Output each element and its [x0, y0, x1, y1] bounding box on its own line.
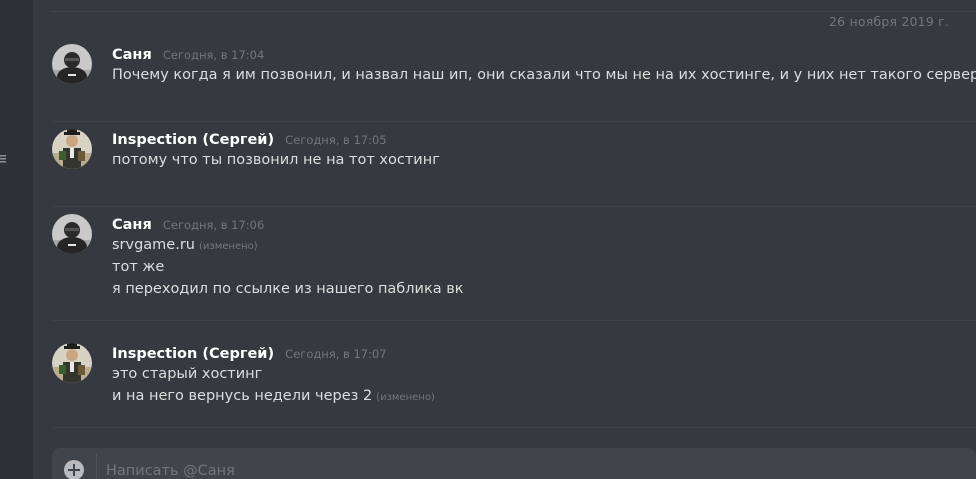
- date-divider-label: 26 ноября 2019 г.: [821, 14, 958, 30]
- message-text: это старый хостинг: [112, 363, 262, 385]
- user-avatar-icon: [52, 129, 92, 169]
- message-group: Саня Сегодня, в 17:06 srvgame.ru (изменен…: [52, 214, 976, 321]
- message-composer: [52, 448, 976, 479]
- avatar[interactable]: [52, 343, 92, 383]
- author-name[interactable]: Саня: [112, 217, 152, 233]
- message-timestamp: Сегодня, в 17:04: [162, 48, 265, 62]
- message-text: srvgame.ru (изменено): [112, 234, 258, 258]
- message-text: потому что ты позвонил не на тот хостинг: [112, 149, 440, 171]
- message-header: Саня Сегодня, в 17:04: [112, 44, 264, 64]
- author-name[interactable]: Inspection (Сергей): [112, 346, 274, 362]
- message-line: тот же: [112, 259, 165, 275]
- edited-marker: (изменено): [199, 241, 258, 252]
- message-text: и на него вернусь недели через 2 (изменен…: [112, 385, 435, 409]
- message-header: Саня Сегодня, в 17:06: [112, 214, 264, 234]
- user-avatar-icon: [52, 214, 92, 254]
- message-timestamp: Сегодня, в 17:07: [285, 347, 387, 361]
- message-text: тот же: [112, 256, 164, 278]
- message-timestamp: Сегодня, в 17:06: [162, 218, 265, 232]
- avatar[interactable]: [52, 214, 92, 254]
- edited-marker: (изменено): [376, 392, 435, 403]
- plus-circle-icon[interactable]: [64, 460, 84, 479]
- composer-divider: [96, 454, 97, 479]
- channel-sidebar-edge: [0, 0, 33, 479]
- message-group: Inspection (Сергей) Сегодня, в 17:05 пот…: [52, 129, 976, 207]
- message-header: Inspection (Сергей) Сегодня, в 17:05: [112, 129, 387, 149]
- message-separator: [52, 206, 976, 207]
- message-line: Почему когда я им позвонил, и назвал наш…: [112, 67, 976, 83]
- message-group: Inspection (Сергей) Сегодня, в 17:07 это…: [52, 343, 976, 428]
- avatar[interactable]: [52, 129, 92, 169]
- message-separator: [52, 320, 976, 321]
- avatar[interactable]: [52, 44, 92, 84]
- message-text: Почему когда я им позвонил, и назвал наш…: [112, 64, 976, 86]
- message-line[interactable]: srvgame.ru: [112, 237, 195, 253]
- message-line: и на него вернусь недели через 2: [112, 388, 373, 404]
- message-separator: [52, 427, 976, 428]
- author-name[interactable]: Саня: [112, 47, 152, 63]
- user-avatar-icon: [52, 343, 92, 383]
- chat-window: 26 ноября 2019 г. Саня Сегодня, в 17:04 …: [0, 0, 976, 479]
- message-header: Inspection (Сергей) Сегодня, в 17:07: [112, 343, 387, 363]
- message-separator: [52, 121, 976, 122]
- message-input[interactable]: [106, 460, 926, 479]
- date-divider: 26 ноября 2019 г.: [52, 11, 976, 30]
- user-avatar-icon: [52, 44, 92, 84]
- message-timestamp: Сегодня, в 17:05: [285, 133, 387, 147]
- author-name[interactable]: Inspection (Сергей): [112, 132, 274, 148]
- message-line: потому что ты позвонил не на тот хостинг: [112, 152, 440, 168]
- channel-list-icon: [0, 155, 6, 163]
- message-line: я переходил по ссылке из нашего паблика …: [112, 281, 464, 297]
- message-text: я переходил по ссылке из нашего паблика …: [112, 278, 464, 300]
- message-line: это старый хостинг: [112, 366, 263, 382]
- message-group: Саня Сегодня, в 17:04 Почему когда я им …: [52, 44, 976, 122]
